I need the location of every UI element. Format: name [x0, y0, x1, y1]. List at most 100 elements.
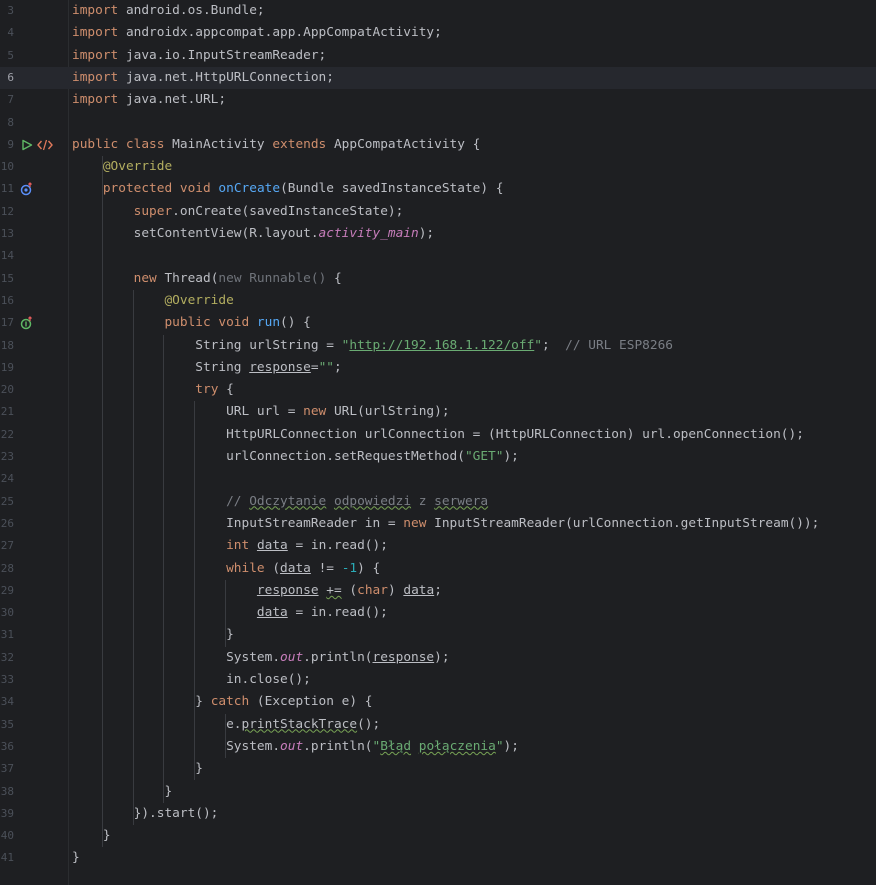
- code-line[interactable]: 41}: [0, 847, 876, 869]
- code-text[interactable]: URL url = new URL(urlString);: [72, 401, 449, 423]
- line-number[interactable]: 11: [0, 178, 14, 200]
- code-line[interactable]: 28 while (data != -1) {: [0, 558, 876, 580]
- line-number[interactable]: 14: [0, 245, 14, 267]
- line-number[interactable]: 32: [0, 647, 14, 669]
- code-text[interactable]: in.close();: [72, 669, 311, 691]
- code-tag-icon[interactable]: [36, 138, 54, 152]
- code-line[interactable]: 25 // Odczytanie odpowiedzi z serwera: [0, 491, 876, 513]
- code-text[interactable]: }: [72, 758, 203, 780]
- line-number[interactable]: 33: [0, 669, 14, 691]
- code-line[interactable]: 39 }).start();: [0, 803, 876, 825]
- code-line[interactable]: 12 super.onCreate(savedInstanceState);: [0, 201, 876, 223]
- code-line[interactable]: 19 String response="";: [0, 357, 876, 379]
- code-text[interactable]: response += (char) data;: [72, 580, 442, 602]
- line-number[interactable]: 6: [0, 67, 14, 89]
- line-number[interactable]: 30: [0, 602, 14, 624]
- code-line[interactable]: 23 urlConnection.setRequestMethod("GET")…: [0, 446, 876, 468]
- run-icon[interactable]: [20, 138, 34, 152]
- line-number[interactable]: 27: [0, 535, 14, 557]
- code-line[interactable]: 26 InputStreamReader in = new InputStrea…: [0, 513, 876, 535]
- code-text[interactable]: InputStreamReader in = new InputStreamRe…: [72, 513, 819, 535]
- line-number[interactable]: 13: [0, 223, 14, 245]
- code-line[interactable]: 33 in.close();: [0, 669, 876, 691]
- code-text[interactable]: public class MainActivity extends AppCom…: [72, 134, 480, 156]
- code-line[interactable]: 3 import android.os.Bundle;: [0, 0, 876, 22]
- code-line[interactable]: 21 URL url = new URL(urlString);: [0, 401, 876, 423]
- code-line[interactable]: 8: [0, 112, 876, 134]
- code-line[interactable]: 4 import androidx.appcompat.app.AppCompat…: [0, 22, 876, 44]
- code-text[interactable]: }: [72, 624, 234, 646]
- code-text[interactable]: String urlString = "http://192.168.1.122…: [72, 335, 673, 357]
- code-line[interactable]: 32 System.out.println(response);: [0, 647, 876, 669]
- code-text[interactable]: import java.net.URL;: [72, 89, 226, 111]
- code-line[interactable]: 5 import java.io.InputStreamReader;: [0, 45, 876, 67]
- code-line[interactable]: 14: [0, 245, 876, 267]
- code-line[interactable]: 22 HttpURLConnection urlConnection = (Ht…: [0, 424, 876, 446]
- code-text[interactable]: protected void onCreate(Bundle savedInst…: [72, 178, 504, 200]
- line-number[interactable]: 40: [0, 825, 14, 847]
- code-line[interactable]: 29 response += (char) data;: [0, 580, 876, 602]
- line-number[interactable]: 7: [0, 89, 14, 111]
- code-text[interactable]: try {: [72, 379, 234, 401]
- line-number[interactable]: 5: [0, 45, 14, 67]
- code-line[interactable]: 17 public void run() {: [0, 312, 876, 334]
- code-line[interactable]: 24: [0, 468, 876, 490]
- code-text[interactable]: System.out.println("Błąd połączenia");: [72, 736, 519, 758]
- code-line[interactable]: 15 new Thread(new Runnable() {: [0, 268, 876, 290]
- line-number[interactable]: 4: [0, 22, 14, 44]
- line-number[interactable]: 28: [0, 558, 14, 580]
- code-text[interactable]: int data = in.read();: [72, 535, 388, 557]
- code-text[interactable]: urlConnection.setRequestMethod("GET");: [72, 446, 519, 468]
- code-text[interactable]: @Override: [72, 290, 233, 312]
- code-text[interactable]: String response="";: [72, 357, 341, 379]
- line-number[interactable]: 34: [0, 691, 14, 713]
- code-text[interactable]: HttpURLConnection urlConnection = (HttpU…: [72, 424, 804, 446]
- line-number[interactable]: 20: [0, 379, 14, 401]
- line-number[interactable]: 39: [0, 803, 14, 825]
- code-line[interactable]: 6 import java.net.HttpURLConnection;: [0, 66, 876, 90]
- line-number[interactable]: 8: [0, 112, 14, 134]
- line-number[interactable]: 25: [0, 491, 14, 513]
- line-number[interactable]: 24: [0, 468, 14, 490]
- line-number[interactable]: 17: [0, 312, 14, 334]
- line-number[interactable]: 18: [0, 335, 14, 357]
- code-text[interactable]: import java.io.InputStreamReader;: [72, 45, 326, 67]
- code-text[interactable]: }).start();: [72, 803, 219, 825]
- line-number[interactable]: 3: [0, 0, 14, 22]
- code-text[interactable]: super.onCreate(savedInstanceState);: [72, 201, 404, 223]
- code-line[interactable]: 36 System.out.println("Błąd połączenia")…: [0, 736, 876, 758]
- code-text[interactable]: }: [72, 825, 111, 847]
- code-line[interactable]: 18 String urlString = "http://192.168.1.…: [0, 335, 876, 357]
- code-line[interactable]: 27 int data = in.read();: [0, 535, 876, 557]
- code-line[interactable]: 37 }: [0, 758, 876, 780]
- line-number[interactable]: 37: [0, 758, 14, 780]
- code-line[interactable]: 20 try {: [0, 379, 876, 401]
- code-line[interactable]: 35 e.printStackTrace();: [0, 714, 876, 736]
- line-number[interactable]: 36: [0, 736, 14, 758]
- line-number[interactable]: 38: [0, 781, 14, 803]
- code-text[interactable]: } catch (Exception e) {: [72, 691, 372, 713]
- code-line[interactable]: 16 @Override: [0, 290, 876, 312]
- code-text[interactable]: import android.os.Bundle;: [72, 0, 265, 22]
- code-line[interactable]: 11 protected void onCreate(Bundle savedI…: [0, 178, 876, 200]
- code-text[interactable]: System.out.println(response);: [72, 647, 449, 669]
- line-number[interactable]: 16: [0, 290, 14, 312]
- code-text[interactable]: setContentView(R.layout.activity_main);: [72, 223, 435, 245]
- line-number[interactable]: 41: [0, 847, 14, 869]
- line-number[interactable]: 22: [0, 424, 14, 446]
- code-text[interactable]: while (data != -1) {: [72, 558, 380, 580]
- line-number[interactable]: 12: [0, 201, 14, 223]
- line-number[interactable]: 31: [0, 624, 14, 646]
- code-text[interactable]: public void run() {: [72, 312, 310, 334]
- code-line[interactable]: 7 import java.net.URL;: [0, 89, 876, 111]
- code-line[interactable]: 30 data = in.read();: [0, 602, 876, 624]
- line-number[interactable]: 9: [0, 134, 14, 156]
- code-text[interactable]: }: [72, 847, 80, 869]
- code-text[interactable]: data = in.read();: [72, 602, 388, 624]
- code-text[interactable]: // Odczytanie odpowiedzi z serwera: [72, 491, 488, 513]
- line-number[interactable]: 26: [0, 513, 14, 535]
- code-text[interactable]: @Override: [72, 156, 172, 178]
- line-number[interactable]: 23: [0, 446, 14, 468]
- override-method-icon[interactable]: [20, 182, 34, 196]
- line-number[interactable]: 19: [0, 357, 14, 379]
